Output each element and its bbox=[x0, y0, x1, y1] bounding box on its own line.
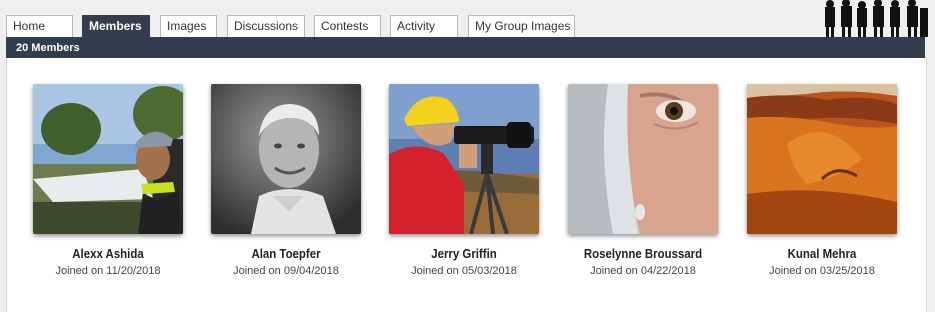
members-count-label: 20 Members bbox=[16, 42, 80, 54]
member-card: Jerry Griffin Joined on 05/03/2018 bbox=[389, 84, 539, 277]
member-joined-date: Joined on 05/03/2018 bbox=[411, 265, 517, 277]
member-card: Alexx Ashida Joined on 11/20/2018 bbox=[33, 84, 183, 277]
member-name[interactable]: Kunal Mehra bbox=[756, 246, 888, 261]
member-name[interactable]: Alexx Ashida bbox=[42, 246, 174, 261]
member-joined-date: Joined on 03/25/2018 bbox=[769, 265, 875, 277]
tab-images[interactable]: Images bbox=[160, 15, 217, 37]
tab-contests[interactable]: Contests bbox=[314, 15, 381, 37]
member-photo[interactable] bbox=[568, 84, 718, 234]
tab-discussions[interactable]: Discussions bbox=[227, 15, 305, 37]
member-card: Alan Toepfer Joined on 09/04/2018 bbox=[211, 84, 361, 277]
members-panel: Alexx Ashida Joined on 11/20/2018 Alan T… bbox=[6, 58, 927, 312]
member-name[interactable]: Roselynne Broussard bbox=[577, 246, 709, 261]
tab-members[interactable]: Members bbox=[82, 15, 150, 37]
member-photo[interactable] bbox=[211, 84, 361, 234]
member-photo[interactable] bbox=[33, 84, 183, 234]
member-card: Roselynne Broussard Joined on 04/22/2018 bbox=[568, 84, 718, 277]
tab-activity[interactable]: Activity bbox=[390, 15, 458, 37]
members-count-header: 20 Members bbox=[6, 37, 925, 58]
member-joined-date: Joined on 04/22/2018 bbox=[590, 265, 696, 277]
member-photo[interactable] bbox=[389, 84, 539, 234]
member-joined-date: Joined on 09/04/2018 bbox=[233, 265, 339, 277]
member-name[interactable]: Alan Toepfer bbox=[220, 246, 352, 261]
tab-home[interactable]: Home bbox=[6, 15, 73, 37]
tab-my-group-images[interactable]: My Group Images bbox=[468, 15, 575, 37]
member-photo[interactable] bbox=[747, 84, 897, 234]
member-joined-date: Joined on 11/20/2018 bbox=[55, 265, 161, 277]
group-silhouette-logo bbox=[825, 0, 928, 37]
member-name[interactable]: Jerry Griffin bbox=[398, 246, 530, 261]
member-card: Kunal Mehra Joined on 03/25/2018 bbox=[747, 84, 897, 277]
